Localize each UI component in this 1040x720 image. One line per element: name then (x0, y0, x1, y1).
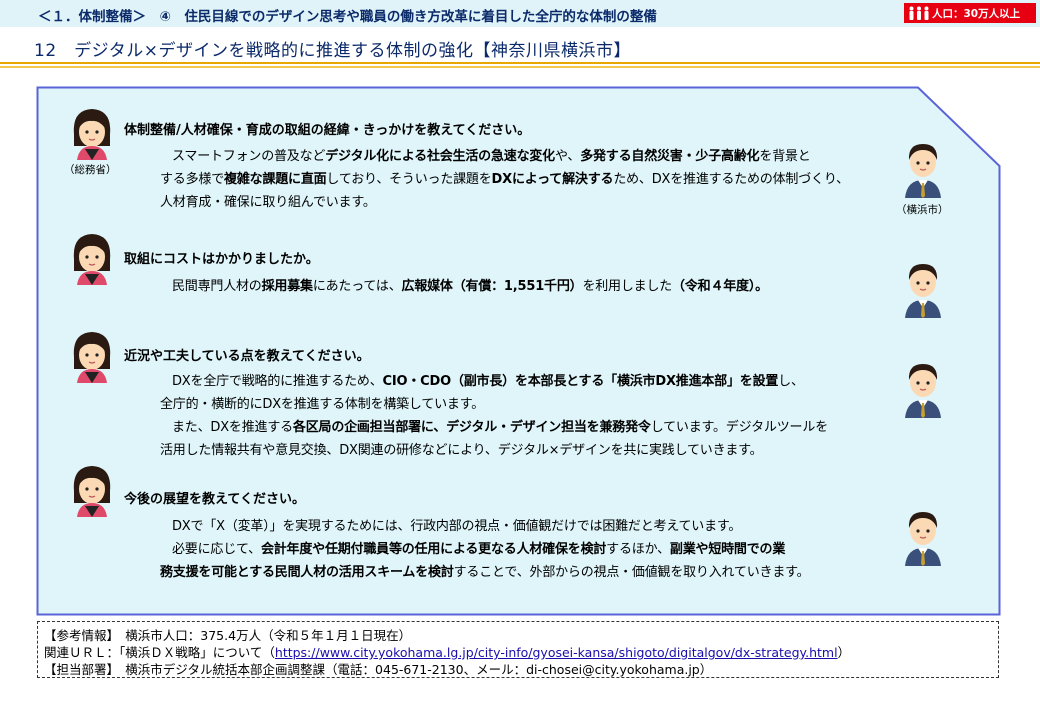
title-rule (0, 62, 1040, 64)
reference-footer: 【参考情報】 横浜市人口：375.4万人（令和５年１月１日現在） 関連ＵＲＬ：「… (37, 621, 999, 678)
ministry-caption: （総務省） (64, 164, 117, 176)
city-staff-icon (905, 512, 941, 566)
dx-strategy-link[interactable]: https://www.city.yokohama.lg.jp/city-inf… (275, 645, 838, 660)
answer-3-line-4: 活用した情報共有や意見交換、DX関連の研修などにより、デジタル×デザインを共に実… (160, 443, 763, 458)
answer-1-line-3: 人材育成・確保に取り組んでいます。 (160, 195, 376, 210)
answer-2-line-1: 民間専門人材の採用募集にあたっては、広報媒体（有償：1,551千円）を利用しまし… (172, 279, 768, 294)
answer-3-line-3: また、DXを推進する各区局の企画担当部署に、デジタル・デザイン担当を兼務発令して… (172, 420, 828, 435)
question-2: 取組にコストはかかりましたか。 (124, 252, 319, 267)
answer-1-line-2: する多様で複雑な課題に直面しており、そういった課題をDXによって解決するため、D… (160, 172, 849, 187)
city-caption: （横浜市） (896, 204, 949, 216)
title-rule-secondary (0, 66, 1040, 68)
population-badge-label: 人口：30万人以上 (932, 7, 1021, 20)
ministry-staff-icon (73, 332, 111, 383)
answer-4-line-1: DXで「X（変革）」を実現するためには、行政内部の視点・価値観だけでは困難だと考… (172, 519, 742, 534)
section-heading: ＜１．体制整備＞ ④ 住民目線でのデザイン思考や職員の働き方改革に着目した全庁的… (38, 9, 657, 25)
ministry-staff-icon (73, 109, 111, 160)
question-4: 今後の展望を教えてください。 (124, 492, 305, 507)
city-staff-icon (905, 144, 941, 198)
department-info: 【担当部署】 横浜市デジタル統括本部企画調整課（電話：045-671-2130、… (44, 662, 713, 677)
question-1: 体制整備/人材確保・育成の取組の経緯・きっかけを教えてください。 (124, 123, 531, 138)
question-3: 近況や工夫している点を教えてください。 (124, 349, 370, 364)
answer-4-line-2: 必要に応じて、会計年度や任期付職員等の任用による更なる人材確保を検討するほか、副… (172, 542, 786, 557)
ministry-staff-icon (73, 234, 111, 285)
answer-3-line-1: DXを全庁で戦略的に推進するため、CIO・CDO（副市長）を本部長とする「横浜市… (172, 374, 804, 389)
answer-3-line-2: 全庁的・横断的にDXを推進する体制を構築しています。 (160, 397, 485, 412)
section-banner: ＜１．体制整備＞ ④ 住民目線でのデザイン思考や職員の働き方改革に着目した全庁的… (0, 0, 1040, 27)
answer-1-line-1: スマートフォンの普及などデジタル化による社会生活の急速な変化や、多発する自然災害… (172, 149, 811, 164)
answer-4-line-3: 務支援を可能とする民間人材の活用スキームを検討することで、外部からの視点・価値観… (160, 565, 810, 580)
people-icon (909, 6, 929, 20)
city-staff-icon (905, 364, 941, 418)
ministry-staff-icon (73, 466, 111, 517)
population-badge: 人口：30万人以上 (904, 3, 1036, 23)
city-staff-icon (905, 264, 941, 318)
page-title: 12 デジタル×デザインを戦略的に推進する体制の強化【神奈川県横浜市】 (34, 41, 632, 61)
